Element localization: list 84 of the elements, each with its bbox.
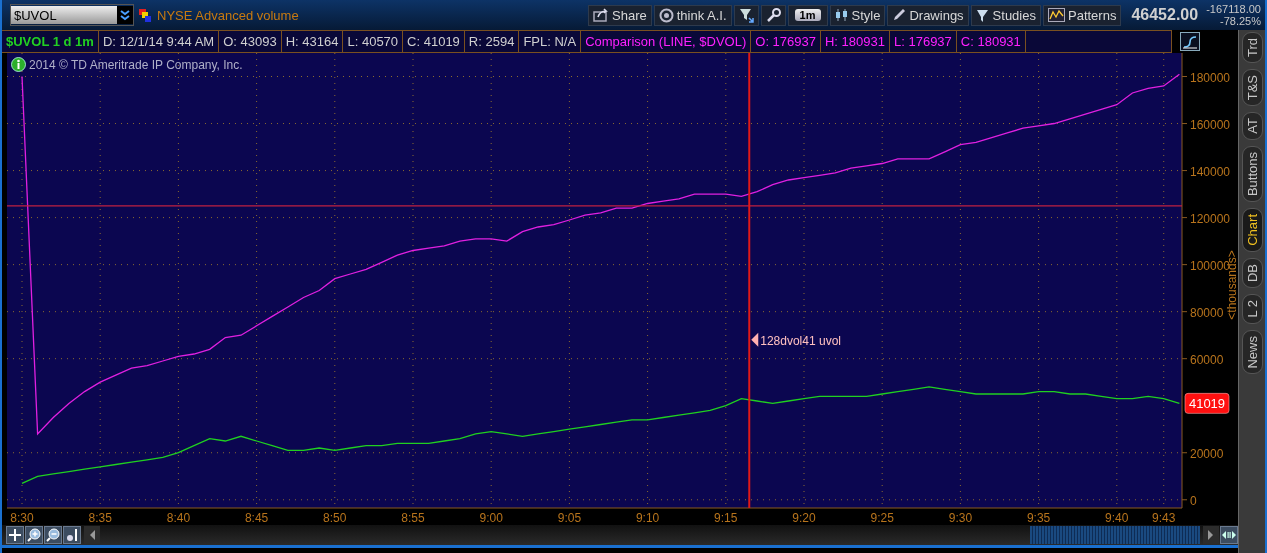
- x-axis-label: 9:35: [1026, 511, 1051, 525]
- pattern-chart-icon: [1048, 8, 1065, 22]
- info-cell: FPL: N/A: [519, 31, 582, 52]
- squares-icon[interactable]: [139, 8, 152, 22]
- y-axis-label: 120000: [1190, 211, 1231, 226]
- info-cell: O: 176937: [751, 31, 821, 52]
- info-cell: C: 41019: [403, 31, 465, 52]
- x-axis-label: 9:15: [714, 511, 738, 525]
- ring-icon: [658, 7, 674, 23]
- x-axis-label: 8:30: [10, 511, 34, 525]
- info-cell: C: 180931: [956, 31, 1026, 52]
- copyright-text: 2014 © TD Ameritrade IP Company, Inc.: [29, 57, 243, 72]
- percent-change: -78.25%: [1220, 15, 1261, 27]
- info-cell: L: 176937: [890, 31, 957, 52]
- patterns-button[interactable]: Patterns: [1043, 4, 1122, 26]
- crosshair-button[interactable]: [6, 526, 24, 544]
- scrollbar-thumb[interactable]: [1030, 526, 1200, 544]
- x-axis-label: 8:40: [166, 511, 191, 525]
- info-cell: R: 2594: [464, 31, 520, 52]
- info-icon[interactable]: [11, 57, 26, 72]
- side-tab[interactable]: AT: [1241, 112, 1263, 140]
- info-cell: O: 43093: [219, 31, 282, 52]
- y-axis-label: 140000: [1190, 164, 1231, 179]
- y-axis-label: 160000: [1190, 117, 1231, 132]
- x-axis-label: 8:45: [244, 511, 269, 525]
- resize-button[interactable]: [1220, 526, 1238, 544]
- double-arrow-icon: [1221, 529, 1237, 541]
- info-cell: D: 12/1/14 9:44 AM: [98, 31, 220, 52]
- price-badge: 41019: [1184, 393, 1230, 414]
- right-arrow-icon: [1207, 529, 1215, 541]
- drawings-button[interactable]: Drawings: [887, 4, 969, 26]
- share-button[interactable]: Share: [588, 4, 652, 26]
- candlestick-icon: [834, 8, 849, 22]
- side-tab[interactable]: DB: [1241, 257, 1263, 288]
- y-axis-label: 60000: [1190, 352, 1224, 367]
- symbol-description: NYSE Advanced volume: [157, 7, 299, 23]
- info-cell: H: 43164: [281, 31, 344, 52]
- pencil-icon: [892, 8, 907, 22]
- y-axis-label: 20000: [1190, 446, 1224, 461]
- x-axis-label: 9:25: [870, 511, 894, 525]
- pointer-icon: [751, 332, 759, 347]
- x-axis-label: 9:05: [557, 511, 582, 525]
- x-axis-label: 8:55: [401, 511, 425, 525]
- wrench-button[interactable]: [760, 4, 786, 26]
- scale-button[interactable]: [1180, 32, 1200, 51]
- funnel-icon: [738, 7, 754, 23]
- scroll-right-button[interactable]: [1203, 526, 1219, 544]
- info-cell: Comparison (LINE, $DVOL): [581, 31, 752, 52]
- y-axis-label: 180000: [1190, 70, 1231, 85]
- side-tab[interactable]: News: [1241, 329, 1263, 375]
- side-tab[interactable]: Chart: [1241, 208, 1263, 252]
- crosshair-label: 128dvol41 uvol: [760, 333, 841, 348]
- info-cell: H: 180931: [821, 31, 890, 52]
- y-axis-label: 0: [1190, 493, 1197, 508]
- x-axis-label: 8:50: [323, 511, 347, 525]
- side-tab[interactable]: Buttons: [1241, 146, 1263, 203]
- net-change: -167118.00: [1206, 3, 1261, 15]
- x-axis-label: 9:30: [948, 511, 973, 525]
- zoom-out-button[interactable]: [44, 526, 62, 544]
- dropdown-caret-icon[interactable]: [117, 6, 133, 24]
- style-button[interactable]: Style: [829, 4, 886, 26]
- studies-button[interactable]: Studies: [970, 4, 1041, 26]
- interval-button[interactable]: 1m: [787, 4, 828, 26]
- x-axis-label: 9:20: [792, 511, 816, 525]
- y-axis-label: 80000: [1190, 305, 1224, 320]
- tool-button[interactable]: [733, 4, 759, 26]
- think-button[interactable]: think A.I.: [653, 4, 732, 26]
- left-arrow-icon: [88, 529, 96, 541]
- x-axis-label: 9:10: [635, 511, 660, 525]
- x-axis-label: 9:40: [1105, 511, 1129, 525]
- side-tab[interactable]: Trd: [1241, 32, 1263, 64]
- symbol-field[interactable]: $UVOL: [10, 4, 134, 26]
- last-price: 46452.00: [1131, 6, 1199, 24]
- drag-button[interactable]: [63, 526, 81, 544]
- x-axis-label: 9:43: [1152, 511, 1176, 525]
- x-axis-label: 9:00: [479, 511, 503, 525]
- side-tab[interactable]: L 2: [1241, 293, 1263, 324]
- side-tab[interactable]: T&S: [1241, 69, 1263, 107]
- info-cell: L: 40570: [343, 31, 404, 52]
- zoom-in-button[interactable]: [25, 526, 43, 544]
- x-axis-label: 8:35: [88, 511, 112, 525]
- scroll-left-button[interactable]: [84, 526, 100, 544]
- share-icon: [593, 8, 610, 22]
- info-cell: $UVOL 1 d 1m: [2, 31, 99, 52]
